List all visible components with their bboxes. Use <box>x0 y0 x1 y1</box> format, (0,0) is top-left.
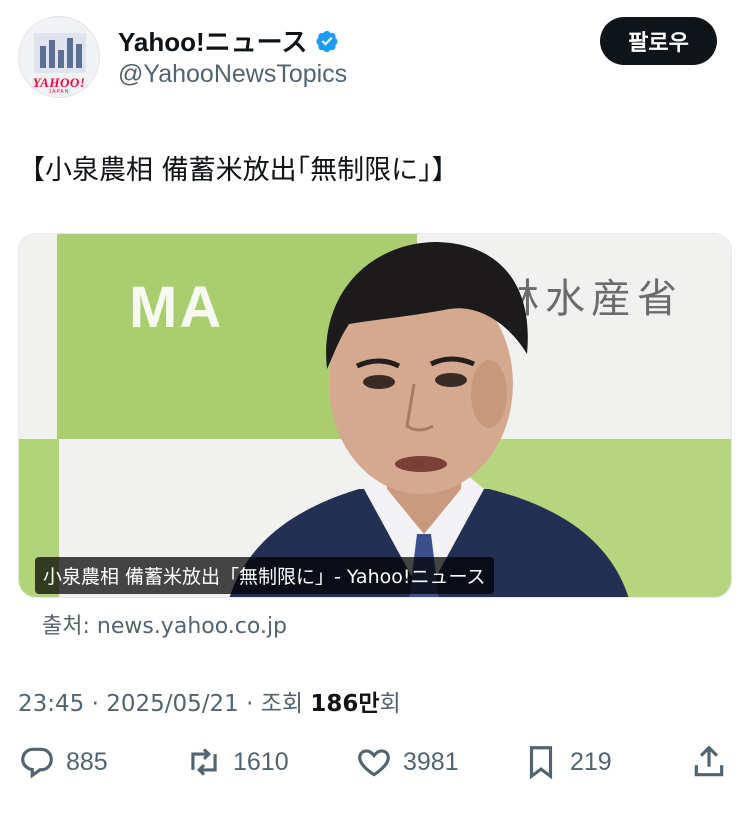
bookmark-button[interactable]: 219 <box>522 743 612 781</box>
repost-count: 1610 <box>233 747 289 776</box>
heart-icon <box>358 749 390 777</box>
avatar-logo-subtext: JAPAN <box>48 89 70 95</box>
bookmark-count: 219 <box>570 747 612 776</box>
like-button[interactable]: 3981 <box>355 743 459 781</box>
share-icon[interactable] <box>690 743 728 781</box>
speaker-photo <box>229 242 629 597</box>
views-count: 186만 <box>310 691 380 717</box>
repost-icon <box>191 748 217 776</box>
card-source[interactable]: 출처: news.yahoo.co.jp <box>42 608 287 640</box>
views-prefix: 조회 <box>260 691 304 717</box>
tweet-text: 【小泉農相 備蓄米放出｢無制限に｣】 <box>18 155 459 186</box>
follow-button[interactable]: 팔로우 <box>600 17 717 65</box>
avatar[interactable]: YAHOO! JAPAN <box>18 16 100 98</box>
like-count: 3981 <box>403 747 459 776</box>
bookmark-icon <box>529 746 553 780</box>
reply-button[interactable]: 885 <box>18 743 108 781</box>
card-caption: 小泉農相 備蓄米放出「無制限に」- Yahoo!ニュース <box>35 557 494 594</box>
views-suffix: 회 <box>379 691 401 717</box>
verified-badge-icon <box>316 30 338 52</box>
repost-button[interactable]: 1610 <box>185 743 289 781</box>
tweet-time[interactable]: 23:45 <box>18 691 84 717</box>
avatar-panel <box>34 33 86 73</box>
reply-icon <box>21 747 53 779</box>
name-row: Yahoo!ニュース <box>118 22 339 59</box>
tweet-date[interactable]: 2025/05/21 <box>106 691 239 717</box>
action-bar: 885 1610 3981 219 <box>0 743 750 787</box>
tweet-meta: 23:45 · 2025/05/21 · 조회 186만회 <box>18 691 401 717</box>
link-card[interactable]: MA 農林水産省 小泉農相 備蓄米放出「無制限に」- Yahoo!ニュース <box>18 233 732 598</box>
account-handle[interactable]: @YahooNewsTopics <box>118 60 347 89</box>
display-name[interactable]: Yahoo!ニュース <box>118 22 307 59</box>
reply-count: 885 <box>66 747 108 776</box>
